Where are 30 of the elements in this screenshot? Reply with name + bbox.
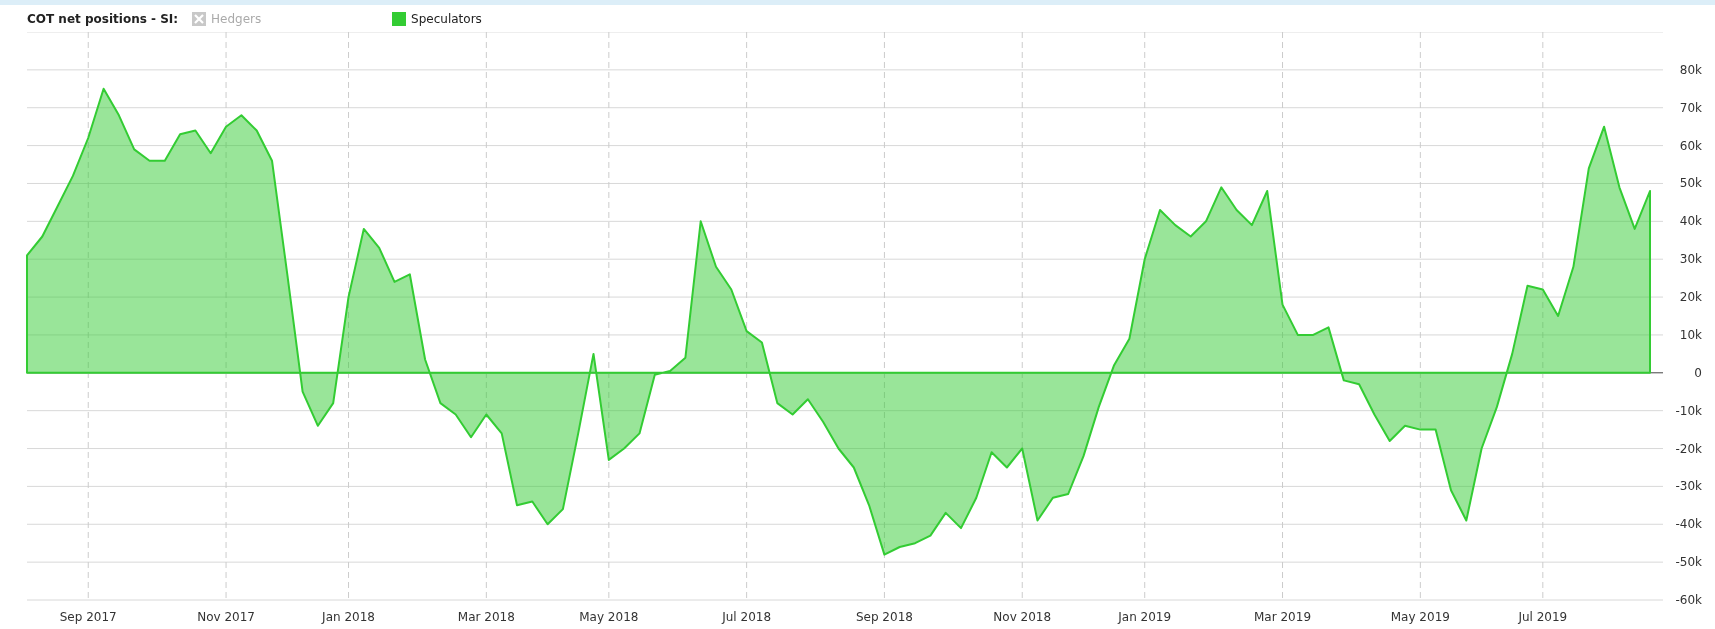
x-axis-label: Sep 2018 <box>855 610 913 624</box>
x-axis-label: Mar 2019 <box>1254 610 1312 624</box>
x-axis-label: Sep 2017 <box>59 610 117 624</box>
x-axis-label: May 2018 <box>579 610 639 624</box>
y-axis-label: 50k <box>1679 176 1702 191</box>
x-axis-label: Jan 2019 <box>1118 610 1172 624</box>
legend-title: COT net positions - SI: <box>27 11 179 26</box>
y-axis-label: 30k <box>1679 252 1702 267</box>
y-axis-label: 60k <box>1679 138 1702 153</box>
y-axis-label: -50k <box>1675 555 1702 570</box>
x-axis-label: Nov 2017 <box>197 610 255 624</box>
legend-label[interactable]: Speculators <box>411 11 482 26</box>
y-axis-label: -40k <box>1675 517 1702 532</box>
y-axis-label: 70k <box>1679 100 1702 115</box>
x-axis-label: Jul 2018 <box>722 610 772 624</box>
y-axis-label: 0 <box>1694 365 1702 380</box>
x-axis-label: Jul 2019 <box>1518 610 1568 624</box>
y-axis-label: -30k <box>1675 479 1702 494</box>
y-axis-label: 40k <box>1679 214 1702 229</box>
y-axis-label: 20k <box>1679 290 1702 305</box>
y-axis-label: -60k <box>1675 593 1702 607</box>
x-axis-label: Jan 2018 <box>322 610 375 624</box>
y-axis-label: 10k <box>1679 327 1702 342</box>
x-axis-label: Mar 2018 <box>457 610 515 624</box>
y-axis-label: 80k <box>1679 62 1702 77</box>
y-axis-label: -10k <box>1675 403 1702 418</box>
x-axis-label: Nov 2018 <box>993 610 1052 624</box>
x-axis-label: May 2019 <box>1390 610 1450 624</box>
legend-swatch-icon[interactable] <box>392 11 407 26</box>
y-axis-label: -20k <box>1675 441 1702 456</box>
